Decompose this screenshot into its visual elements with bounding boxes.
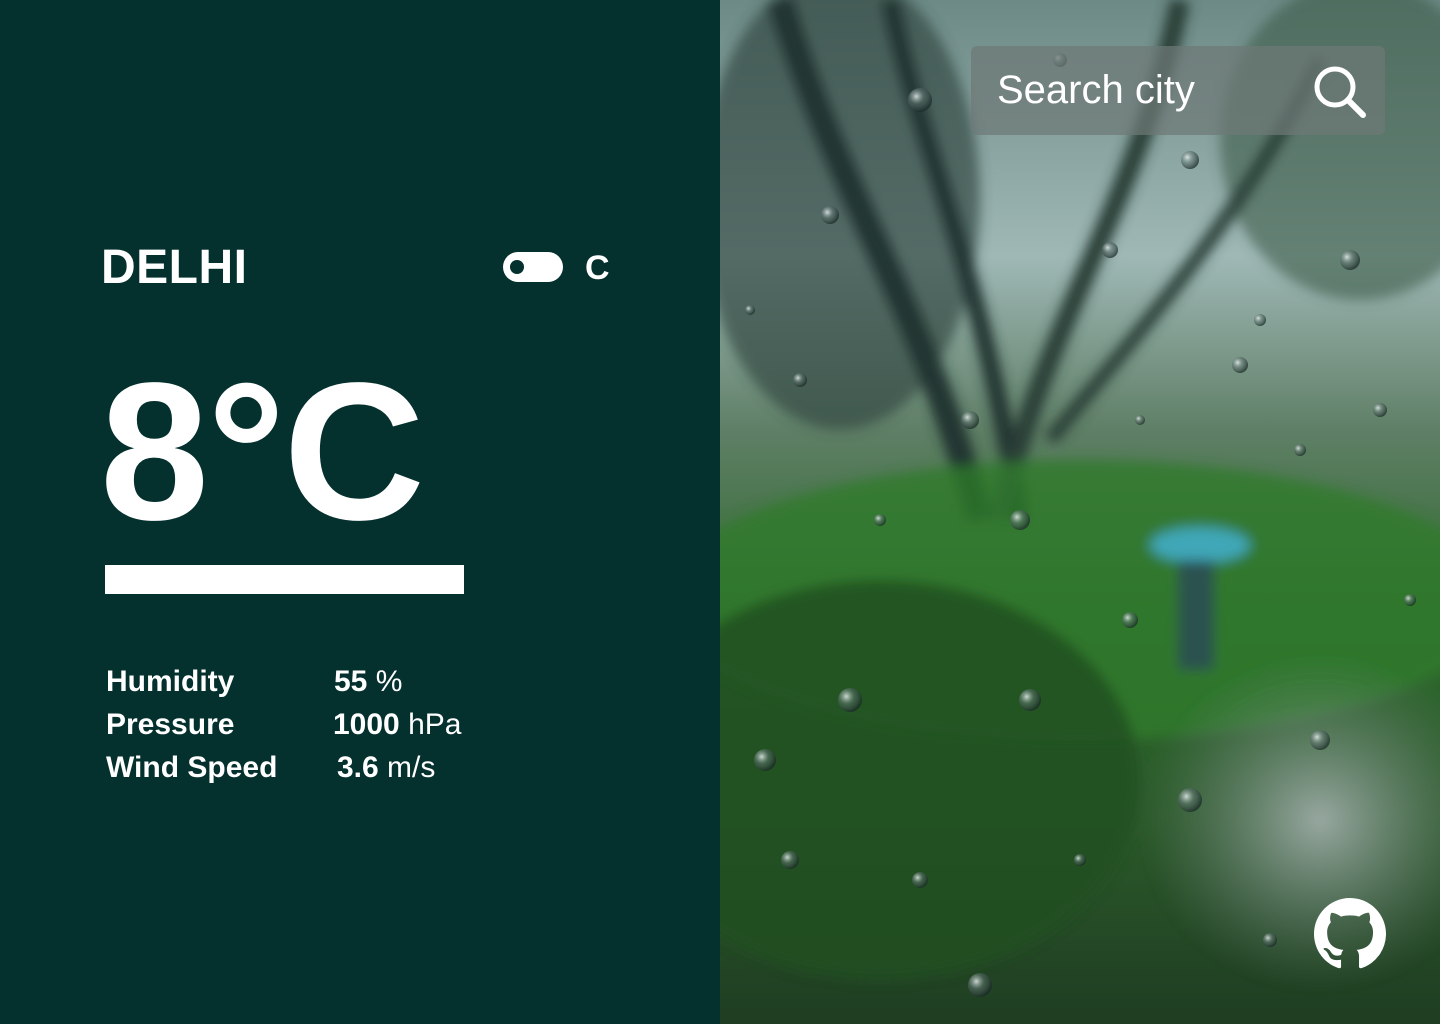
- stat-unit: m/s: [378, 751, 436, 784]
- stat-unit: hPa: [399, 708, 462, 741]
- stat-label: Pressure: [106, 708, 235, 741]
- city-header: DELHI C: [101, 240, 621, 300]
- stat-number: 55: [334, 665, 368, 698]
- github-icon: [1314, 898, 1386, 969]
- stat-row-pressure: Pressure 1000 hPa: [106, 703, 526, 746]
- search-icon: [1314, 66, 1366, 118]
- github-link[interactable]: [1314, 898, 1386, 970]
- stat-number: 3.6: [337, 751, 379, 784]
- stat-number: 1000: [333, 708, 400, 741]
- unit-label: C: [585, 249, 610, 287]
- stat-unit: %: [367, 665, 403, 698]
- background-photo-panel: [720, 0, 1440, 1024]
- temperature-value: 8°C: [100, 342, 425, 561]
- stat-label: Humidity: [106, 665, 235, 698]
- temperature-bar: [105, 565, 464, 594]
- rainy-window-photo: [720, 0, 1440, 1024]
- stat-row-humidity: Humidity 55 %: [106, 660, 526, 703]
- stat-label: Wind Speed: [106, 751, 278, 784]
- stat-value: 1000 hPa: [333, 703, 461, 746]
- stat-value: 3.6 m/s: [337, 746, 435, 789]
- weather-panel: DELHI C 8°C Humidity 55 % Pressure 1000 …: [0, 0, 720, 1024]
- weather-stats: Humidity 55 % Pressure 1000 hPa Wind Spe…: [106, 660, 526, 789]
- city-name: DELHI: [101, 241, 248, 294]
- search-button[interactable]: [1311, 63, 1369, 121]
- toggle-knob: [510, 260, 524, 274]
- search-city-input[interactable]: [971, 46, 1301, 135]
- stat-row-wind-speed: Wind Speed 3.6 m/s: [106, 746, 526, 789]
- unit-toggle-switch[interactable]: [503, 252, 563, 282]
- stat-value: 55 %: [334, 660, 402, 703]
- weather-app: DELHI C 8°C Humidity 55 % Pressure 1000 …: [0, 0, 1440, 1024]
- search-bar: [971, 46, 1385, 135]
